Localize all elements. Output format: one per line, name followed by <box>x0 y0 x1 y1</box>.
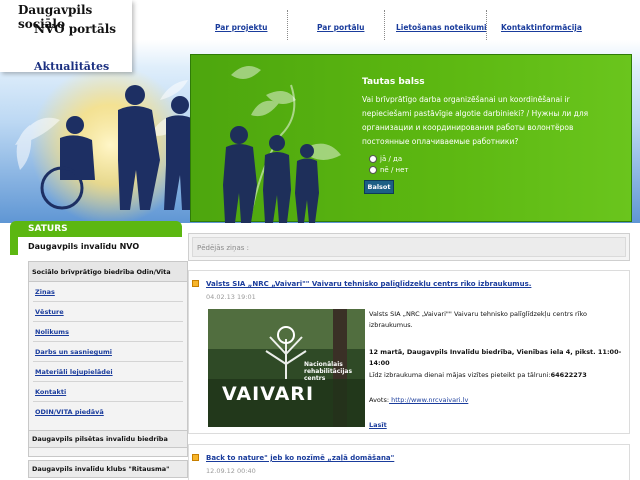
sidebar-accent <box>10 237 18 255</box>
latest-news-label: Pēdējās ziņas : <box>197 244 249 252</box>
vote-button[interactable]: Balsot <box>364 180 394 194</box>
news-paragraph: Līdz izbraukuma dienai mājas vizītes pie… <box>369 371 587 379</box>
image-brand: VAIVARI <box>222 383 315 405</box>
poll-illustration <box>223 66 341 223</box>
sidebar-org-pilsetas[interactable]: Daugavpils pilsētas invalīdu biedrība <box>28 430 188 448</box>
nav-link-kontaktinformacija[interactable]: Kontaktinformācija <box>501 23 582 32</box>
logo-line-2: NVO portāls <box>34 22 117 36</box>
read-more-link[interactable]: Lasīt <box>369 420 387 431</box>
news-item: Valsts SIA „NRC „Vaivari"" Vaivaru tehni… <box>188 270 630 434</box>
nav-separator <box>287 10 288 44</box>
nav-link-par-portalu[interactable]: Par portālu <box>317 23 364 32</box>
sidebar-org-menu: Sociālo brīvprātīgo biedrība Odin/Vita Z… <box>28 261 188 457</box>
radio-button-yes[interactable] <box>369 155 377 163</box>
source-link[interactable]: http://www.nrcvaivari.lv <box>389 396 468 404</box>
news-date: 04.02.13 19:01 <box>206 293 256 301</box>
divider <box>33 381 183 382</box>
poll-option-yes[interactable]: jā / да <box>369 155 402 163</box>
nav-link-par-projektu[interactable]: Par projektu <box>215 23 267 32</box>
news-date: 12.09.12 00:40 <box>206 467 256 475</box>
nav-separator <box>486 10 487 44</box>
latest-news-bar: Pēdējās ziņas : <box>188 233 630 261</box>
nav-separator <box>384 10 385 44</box>
org-label: Daugavpils invalīdu klubs "Ritausma" <box>32 465 170 473</box>
news-title-link[interactable]: Back to nature" jeb ko nozīmē „zaļā domā… <box>206 454 394 462</box>
sidebar-link-kontakti[interactable]: Kontakti <box>35 388 185 396</box>
sidebar-header-label: SATURS <box>28 224 68 234</box>
sidebar-link-nolikums[interactable]: Nolikums <box>35 328 185 336</box>
poll-title: Tautas balss <box>362 77 425 87</box>
divider <box>33 301 183 302</box>
sidebar-link-vesture[interactable]: Vēsture <box>35 308 185 316</box>
sidebar-header: SATURS <box>10 221 182 237</box>
site-logo[interactable]: Daugavpils sociālo NVO portāls Aktualitā… <box>0 0 132 73</box>
divider <box>33 321 183 322</box>
latest-news-inner: Pēdējās ziņas : <box>192 237 626 257</box>
org-label: Daugavpils pilsētas invalīdu biedrība <box>32 435 168 443</box>
sidebar-link-materiali[interactable]: Materiāli lejupielādei <box>35 368 185 376</box>
news-source: Avots: http://www.nrcvaivari.lv <box>369 396 469 404</box>
nav-link-lietosanas-noteikumi[interactable]: Lietošanas noteikumi <box>396 23 487 32</box>
news-paragraph-bold: 12 martā, Daugavpils Invalīdu biedrība, … <box>369 348 622 367</box>
sidebar-title: Daugavpils invalīdu NVO <box>28 242 140 251</box>
org-menu-title: Sociālo brīvprātīgo biedrība Odin/Vita <box>32 268 171 276</box>
divider <box>33 401 183 402</box>
top-navigation: Par projektu Par portālu Lietošanas note… <box>190 10 640 44</box>
sidebar-org-ritausma[interactable]: Daugavpils invalīdu klubs "Ritausma" <box>28 460 188 478</box>
current-section-label: Aktualitātes <box>34 60 110 73</box>
poll-option-label: nē / нет <box>380 166 409 174</box>
poll-question: Vai brīvprātīgo darba organizēšanai un k… <box>362 95 589 146</box>
news-title-link[interactable]: Valsts SIA „NRC „Vaivari"" Vaivaru tehni… <box>206 280 531 288</box>
news-bullet-icon <box>192 454 199 461</box>
sidebar-link-piedava[interactable]: ODIN/VITA piedāvā <box>35 408 185 416</box>
poll-option-label: jā / да <box>380 155 403 163</box>
poll-option-no[interactable]: nē / нет <box>369 166 409 174</box>
sidebar-link-darbs[interactable]: Darbs un sasniegumi <box>35 348 185 356</box>
image-caption: Nacionālais rehabilitācijas centrs <box>304 361 353 382</box>
org-menu-header[interactable]: Sociālo brīvprātīgo biedrība Odin/Vita <box>29 262 187 282</box>
sidebar-link-zinas[interactable]: Ziņas <box>35 288 185 296</box>
radio-button-no[interactable] <box>369 166 377 174</box>
news-bullet-icon <box>192 280 199 287</box>
poll-panel: Tautas balss Vai brīvprātīgo darba organ… <box>190 54 632 223</box>
phone-number: 64622273 <box>550 371 587 379</box>
news-paragraph: Valsts SIA „NRC „Vaivari"" Vaivaru tehni… <box>369 310 588 329</box>
news-item: Back to nature" jeb ko nozīmē „zaļā domā… <box>188 444 630 480</box>
divider <box>33 361 183 362</box>
news-image[interactable]: Nacionālais rehabilitācijas centrs VAIVA… <box>208 309 365 427</box>
divider <box>33 341 183 342</box>
sidebar: SATURS Daugavpils invalīdu NVO Sociālo b… <box>10 221 188 480</box>
